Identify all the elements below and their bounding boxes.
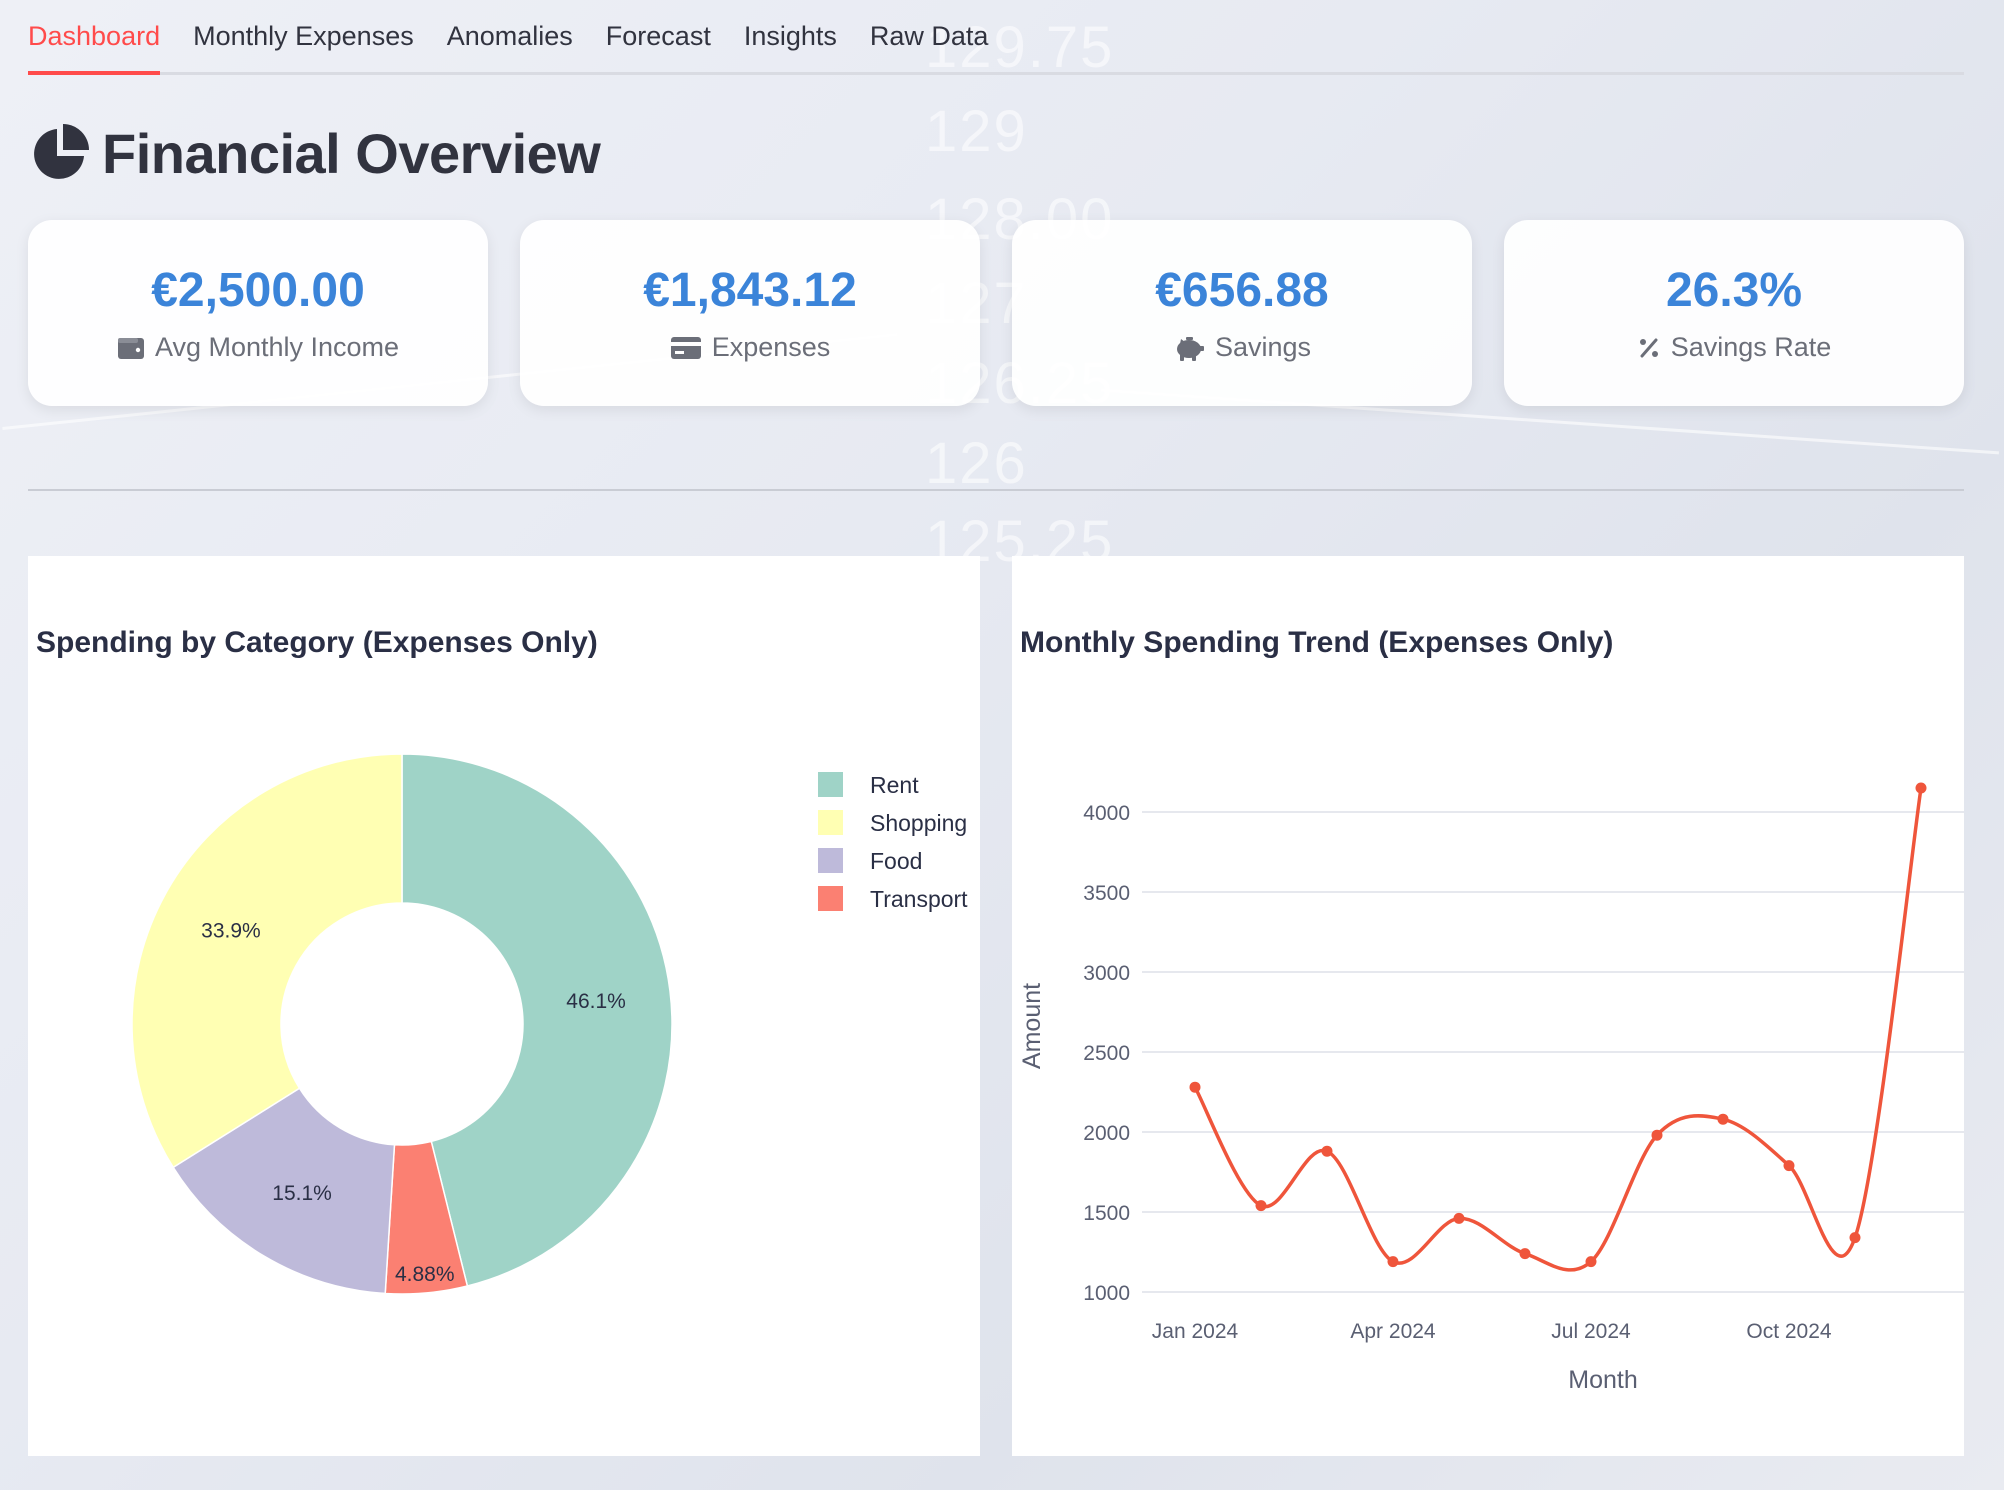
y-tick-label: 2000 — [1083, 1122, 1130, 1145]
legend-swatch — [818, 772, 843, 797]
data-point[interactable] — [1255, 1200, 1267, 1212]
legend-swatch — [818, 810, 843, 835]
metric-label: Savings Rate — [1670, 332, 1832, 362]
pie-chart-panel: Spending by Category (Expenses Only) 46.… — [28, 556, 980, 1456]
x-tick-label: Jul 2024 — [1551, 1320, 1631, 1343]
metric-label: Expenses — [711, 332, 831, 362]
data-point[interactable] — [1387, 1256, 1399, 1268]
data-point[interactable] — [1519, 1248, 1531, 1260]
pie-slice-label: 15.1% — [272, 1182, 332, 1205]
metric-value: €2,500.00 — [151, 264, 365, 317]
tab-bar: Dashboard Monthly Expenses Anomalies For… — [28, 0, 1964, 75]
tab-monthly-expenses[interactable]: Monthly Expenses — [193, 21, 414, 72]
metric-label: Savings — [1214, 332, 1312, 362]
legend-label[interactable]: Shopping — [870, 810, 967, 836]
tab-insights[interactable]: Insights — [744, 21, 837, 72]
data-point[interactable] — [1651, 1129, 1663, 1141]
pie-slice-label: 4.88% — [395, 1263, 455, 1286]
y-tick-label: 1500 — [1083, 1202, 1130, 1225]
metric-label-row: Savings — [1173, 332, 1311, 363]
wallet-icon — [117, 337, 144, 359]
y-tick-label: 2500 — [1083, 1042, 1130, 1065]
pie-slice-label: 46.1% — [566, 990, 626, 1013]
x-tick-label: Jan 2024 — [1152, 1320, 1239, 1343]
page-header: Financial Overview — [30, 118, 601, 188]
series-line — [1193, 787, 1923, 1272]
legend-swatch — [818, 848, 843, 873]
chart-title: Spending by Category (Expenses Only) — [36, 626, 598, 659]
y-tick-label: 3500 — [1083, 882, 1130, 905]
metric-label-row: Savings Rate — [1637, 332, 1832, 363]
section-divider — [28, 489, 1964, 491]
tab-dashboard[interactable]: Dashboard — [28, 21, 161, 75]
metric-value: €1,843.12 — [643, 264, 857, 317]
tab-raw-data[interactable]: Raw Data — [870, 21, 989, 72]
metric-label: Avg Monthly Income — [154, 332, 400, 362]
metric-value: €656.88 — [1155, 264, 1329, 317]
piggy-bank-icon — [1176, 336, 1204, 361]
metric-label-row: Avg Monthly Income — [117, 332, 399, 363]
tab-anomalies[interactable]: Anomalies — [447, 21, 573, 72]
metric-label-row: Expenses — [670, 332, 831, 363]
metric-value: 26.3% — [1665, 264, 1803, 317]
line-chart: 1000 1500 2000 2500 3000 3500 4000 Jan 2024 Apr … — [1018, 782, 1964, 1394]
data-point[interactable] — [1189, 1081, 1201, 1093]
metric-card-savings: €656.88 Savings — [1012, 220, 1472, 406]
pie-slice-shopping[interactable] — [131, 753, 403, 1169]
credit-card-icon — [670, 336, 701, 359]
tab-forecast[interactable]: Forecast — [606, 21, 711, 72]
legend-label[interactable]: Transport — [870, 886, 968, 912]
ticker-number: 129 — [925, 99, 1028, 164]
pie-chart: 46.1% 4.88% 15.1% 33.9% Rent Shopping Food Tran… — [131, 753, 968, 1295]
y-tick-label: 4000 — [1083, 802, 1130, 825]
page-title: Financial Overview — [102, 121, 601, 185]
legend-label[interactable]: Food — [870, 848, 922, 874]
pie-slice-label: 33.9% — [201, 919, 261, 942]
x-axis-title: Month — [1568, 1366, 1637, 1394]
chart-title: Monthly Spending Trend (Expenses Only) — [1020, 626, 1614, 659]
x-tick-label: Oct 2024 — [1746, 1320, 1832, 1343]
legend-label[interactable]: Rent — [870, 772, 919, 798]
metric-card-expenses: €1,843.12 Expenses — [520, 220, 980, 406]
ticker-number: 126 — [925, 431, 1028, 496]
data-point[interactable] — [1915, 782, 1927, 794]
data-point[interactable] — [1585, 1256, 1597, 1268]
pie-chart-icon — [34, 124, 89, 179]
data-point[interactable] — [1321, 1145, 1333, 1157]
metric-card-savings-rate: 26.3% Savings Rate — [1504, 220, 1964, 406]
y-tick-label: 1000 — [1083, 1282, 1130, 1305]
data-point[interactable] — [1783, 1160, 1795, 1172]
metric-card-income: €2,500.00 Avg Monthly Income — [28, 220, 488, 406]
data-point[interactable] — [1453, 1212, 1465, 1224]
line-chart-panel: Monthly Spending Trend (Expenses Only) 1… — [1012, 556, 1964, 1456]
legend-swatch — [818, 886, 843, 911]
data-point[interactable] — [1717, 1113, 1729, 1125]
x-tick-label: Apr 2024 — [1350, 1320, 1436, 1343]
percent-icon — [1639, 338, 1658, 357]
data-point[interactable] — [1849, 1232, 1861, 1244]
y-tick-label: 3000 — [1083, 962, 1130, 985]
y-axis-title: Amount — [1018, 983, 1046, 1069]
